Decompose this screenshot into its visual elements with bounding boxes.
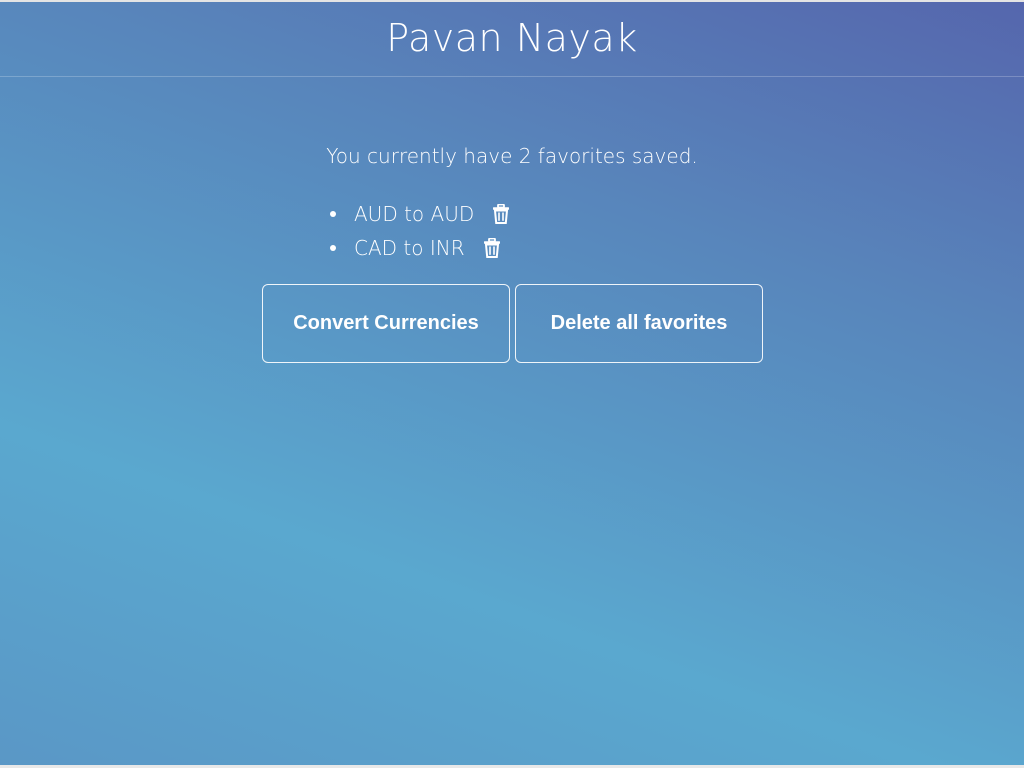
favorite-item: CAD to INR <box>330 231 510 265</box>
favorites-list: AUD to AUD CAD to INR <box>330 197 510 265</box>
action-buttons: Convert Currencies Delete all favorites <box>262 284 763 363</box>
favorite-label: AUD to AUD <box>354 202 475 226</box>
convert-currencies-button[interactable]: Convert Currencies <box>262 284 510 363</box>
delete-all-favorites-button[interactable]: Delete all favorites <box>515 284 763 363</box>
favorites-count-text: You currently have 2 favorites saved. <box>326 144 698 168</box>
bullet-icon <box>330 211 336 217</box>
trash-icon[interactable] <box>492 203 510 224</box>
favorite-label: CAD to INR <box>354 236 465 260</box>
bullet-icon <box>330 245 336 251</box>
favorite-item: AUD to AUD <box>330 197 510 231</box>
site-header: Pavan Nayak <box>0 2 1024 77</box>
site-title: Pavan Nayak <box>386 16 638 60</box>
trash-icon[interactable] <box>483 237 501 258</box>
